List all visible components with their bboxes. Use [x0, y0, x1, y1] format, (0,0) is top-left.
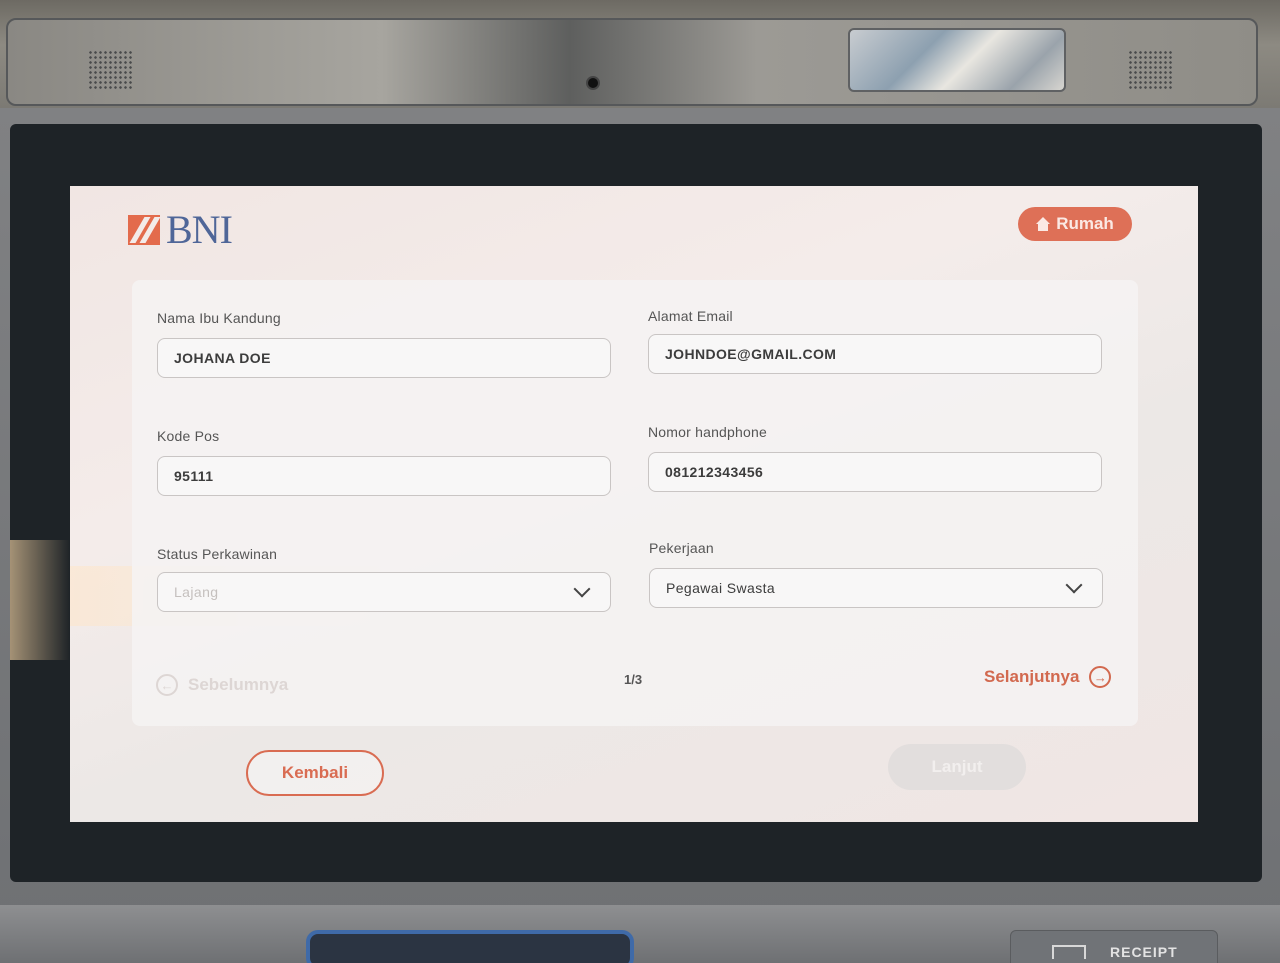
mother-name-input[interactable]: JOHANA DOE — [157, 338, 611, 378]
phone-label: Nomor handphone — [648, 424, 767, 440]
kiosk-top-panel — [6, 18, 1258, 106]
next-page-label: Selanjutnya — [984, 667, 1080, 686]
form-card: Nama Ibu Kandung JOHANA DOE Alamat Email… — [132, 280, 1138, 726]
arrow-right-circle-icon: → — [1089, 666, 1112, 688]
email-value: JOHNDOE@GMAIL.COM — [665, 346, 837, 362]
mother-name-label: Nama Ibu Kandung — [157, 310, 281, 326]
home-icon — [1036, 217, 1051, 231]
postal-code-label: Kode Pos — [157, 428, 220, 444]
home-button[interactable]: Rumah — [1018, 207, 1132, 241]
home-button-label: Rumah — [1056, 214, 1114, 233]
email-label: Alamat Email — [648, 308, 733, 324]
phone-value: 081212343456 — [665, 464, 764, 480]
occupation-select[interactable]: Pegawai Swasta — [649, 568, 1103, 608]
marital-status-label: Status Perkawinan — [157, 546, 278, 562]
camera-window — [848, 28, 1066, 92]
page-indicator: 1/3 — [624, 672, 643, 687]
occupation-value: Pegawai Swasta — [666, 580, 776, 596]
next-page-button[interactable]: Selanjutnya → — [984, 666, 1112, 688]
arrow-left-circle-icon: ← — [156, 674, 178, 696]
atm-screen: BNI Rumah Nama Ibu Kandung JOHANA DOE Al… — [70, 186, 1198, 822]
mother-name-value: JOHANA DOE — [174, 350, 271, 366]
email-input[interactable]: JOHNDOE@GMAIL.COM — [648, 334, 1102, 374]
camera-icon — [586, 76, 600, 90]
marital-status-select[interactable]: Lajang — [157, 572, 611, 612]
previous-page-label: Sebelumnya — [188, 675, 289, 694]
glare — [10, 540, 70, 660]
bni-logo-text: BNI — [166, 207, 233, 252]
bni-logo-mark-icon — [128, 215, 160, 245]
receipt-label: RECEIPT — [1110, 944, 1178, 960]
receipt-icon — [1052, 945, 1086, 959]
speaker-grille-left — [88, 50, 134, 90]
card-slot — [306, 930, 634, 963]
chevron-down-icon — [1065, 576, 1083, 594]
postal-code-input[interactable]: 95111 — [157, 456, 611, 496]
chevron-down-icon — [573, 580, 591, 598]
marital-status-value: Lajang — [174, 584, 219, 600]
back-button[interactable]: Kembali — [246, 750, 384, 796]
postal-code-value: 95111 — [174, 468, 214, 484]
previous-page-button[interactable]: ← Sebelumnya — [156, 674, 288, 696]
occupation-label: Pekerjaan — [649, 540, 714, 556]
speaker-grille-right — [1128, 50, 1174, 90]
phone-input[interactable]: 081212343456 — [648, 452, 1102, 492]
continue-button[interactable]: Lanjut — [888, 744, 1026, 790]
bni-logo: BNI — [128, 207, 233, 252]
